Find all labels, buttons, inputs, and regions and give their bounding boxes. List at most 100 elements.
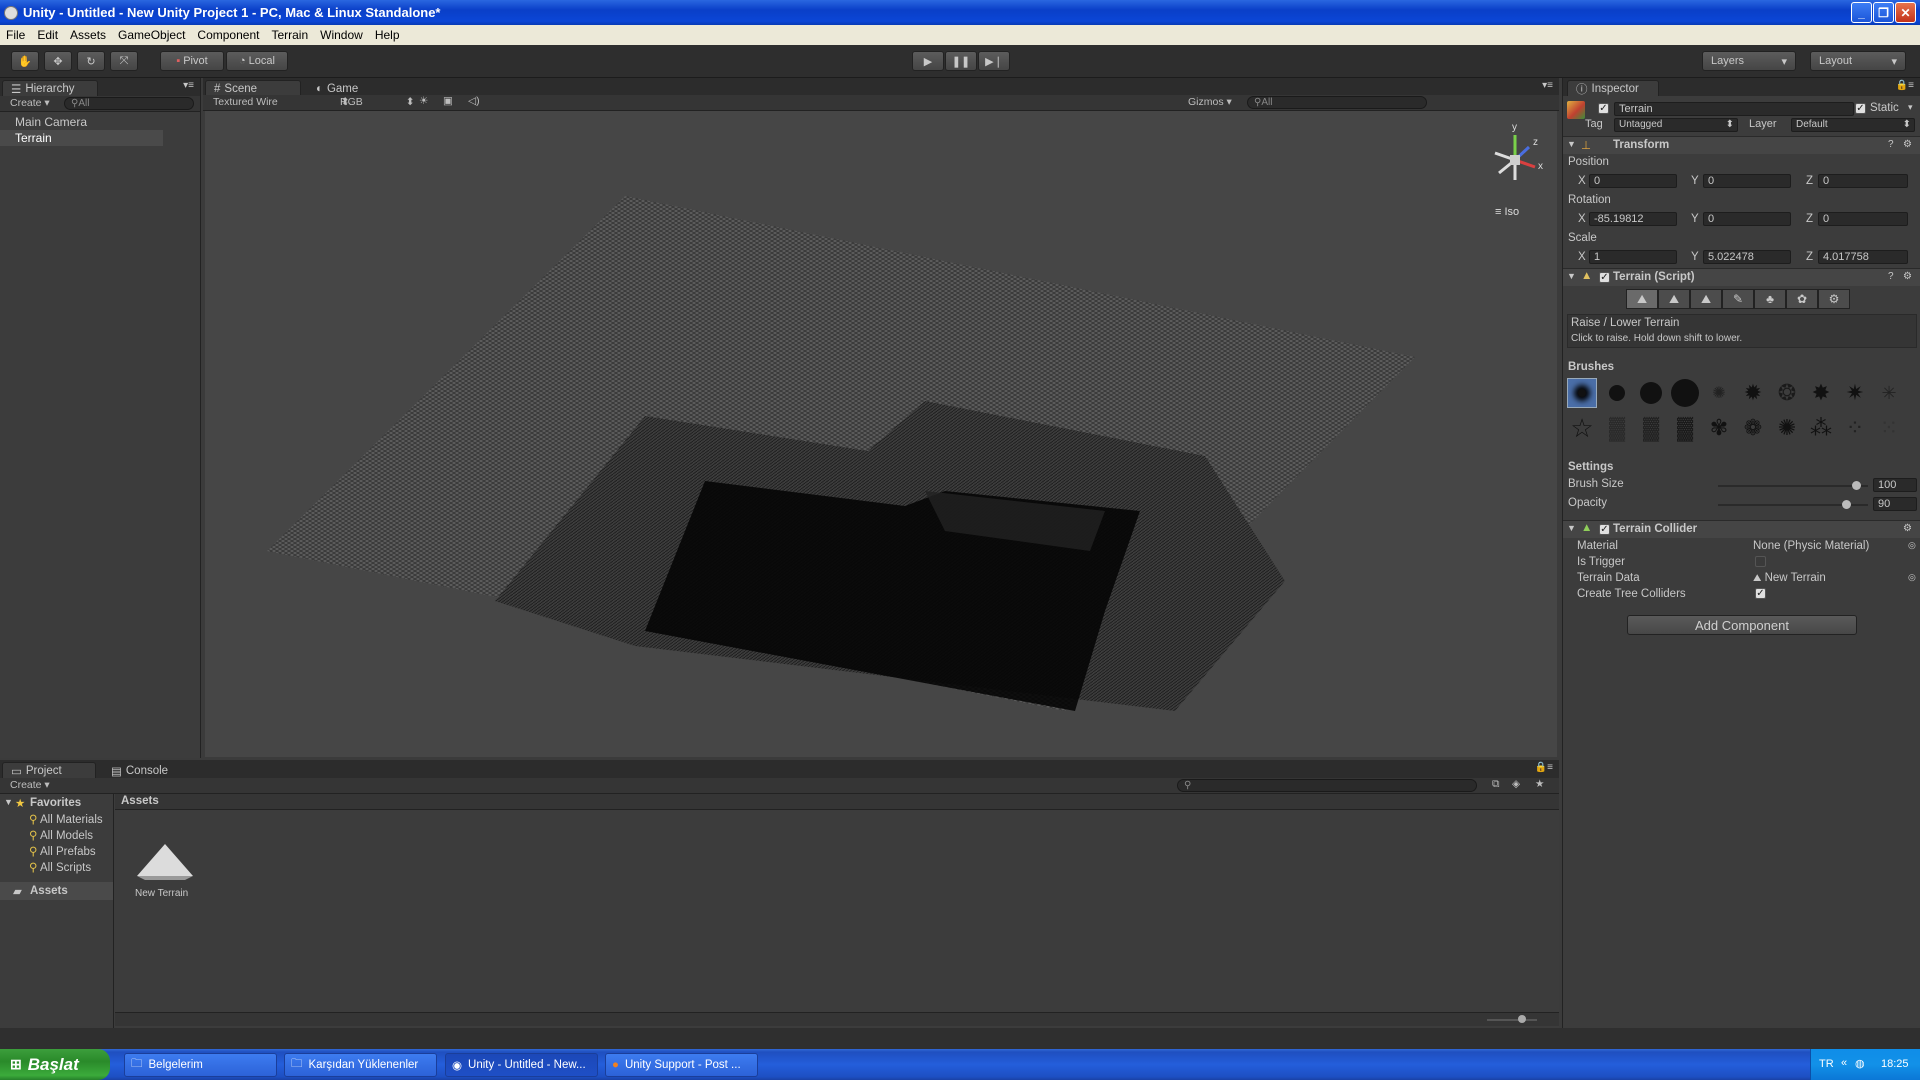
active-checkbox[interactable]: ✓ xyxy=(1598,103,1609,114)
scale-x-field[interactable]: 1 xyxy=(1589,250,1677,264)
terrain-data-value[interactable]: ⛰ New Terrain xyxy=(1753,572,1826,584)
menu-help[interactable]: Help xyxy=(369,28,406,42)
taskbar-item-firefox[interactable]: ● Unity Support - Post ... xyxy=(605,1053,758,1077)
hand-tool-button[interactable]: ✋ xyxy=(11,51,39,71)
paint-details-tool-button[interactable]: ✿ xyxy=(1786,289,1818,309)
brush-swatch[interactable] xyxy=(1602,378,1632,408)
foldout-arrow-icon[interactable]: ▼ xyxy=(4,797,13,807)
tray-arrow-icon[interactable]: « xyxy=(1841,1057,1847,1069)
brush-swatch[interactable]: ✸ xyxy=(1806,378,1836,408)
menu-terrain[interactable]: Terrain xyxy=(265,28,314,42)
terrain-settings-tool-button[interactable]: ⚙ xyxy=(1818,289,1850,309)
assets-folder-item[interactable]: ▰ Assets xyxy=(0,882,113,900)
language-indicator[interactable]: TR xyxy=(1819,1058,1834,1070)
title-bar[interactable]: Unity - Untitled - New Unity Project 1 -… xyxy=(0,0,1920,25)
icon-size-slider-knob[interactable] xyxy=(1518,1015,1526,1023)
help-icon[interactable]: ? xyxy=(1888,139,1894,150)
tab-game[interactable]: ◐ Game xyxy=(307,80,377,96)
gear-icon[interactable]: ⚙ xyxy=(1903,523,1912,534)
assets-header[interactable]: Assets xyxy=(121,795,159,807)
foldout-arrow-icon[interactable]: ▼ xyxy=(1567,139,1576,149)
paint-texture-tool-button[interactable]: ✎ xyxy=(1722,289,1754,309)
brush-swatch[interactable] xyxy=(1636,378,1666,408)
foldout-arrow-icon[interactable]: ▼ xyxy=(1567,523,1576,533)
brush-swatch[interactable]: ▓ xyxy=(1602,413,1632,443)
foldout-arrow-icon[interactable]: ▼ xyxy=(1567,271,1576,281)
tab-hierarchy[interactable]: ☰ Hierarchy xyxy=(2,80,98,96)
close-button[interactable]: ✕ xyxy=(1895,2,1916,23)
scale-tool-button[interactable]: ⤧ xyxy=(110,51,138,71)
tab-project[interactable]: ▭ Project xyxy=(2,762,96,778)
panel-menu-icon[interactable]: ▾≡ xyxy=(1542,80,1553,91)
layers-dropdown[interactable]: Layers ▾ xyxy=(1702,51,1796,71)
terrain-collider-header[interactable]: ▼ ▲ ✓ Terrain Collider ⚙ xyxy=(1563,520,1920,538)
project-search-input[interactable]: ⚲ xyxy=(1177,779,1477,792)
place-trees-tool-button[interactable]: ♣ xyxy=(1754,289,1786,309)
terrain-script-enabled-checkbox[interactable]: ✓ xyxy=(1599,272,1610,283)
maximize-button[interactable]: ❐ xyxy=(1873,2,1894,23)
tab-scene[interactable]: # Scene xyxy=(205,80,301,96)
brush-swatch[interactable] xyxy=(1670,378,1700,408)
menu-component[interactable]: Component xyxy=(191,28,265,42)
opacity-slider-knob[interactable] xyxy=(1842,500,1851,509)
menu-file[interactable]: File xyxy=(0,28,31,42)
brush-swatch[interactable]: ☆ xyxy=(1567,413,1597,443)
taskbar-item-unity[interactable]: ◉ Unity - Untitled - New... xyxy=(445,1053,598,1077)
tab-inspector[interactable]: ⓘ Inspector xyxy=(1567,80,1659,96)
minimize-button[interactable]: _ xyxy=(1851,2,1872,23)
scale-y-field[interactable]: 5.022478 xyxy=(1703,250,1791,264)
smooth-height-tool-button[interactable]: ⛰ xyxy=(1690,289,1722,309)
menu-gameobject[interactable]: GameObject xyxy=(112,28,191,42)
is-trigger-checkbox[interactable] xyxy=(1755,556,1766,567)
brush-swatch[interactable]: ⁙ xyxy=(1874,413,1904,443)
brush-swatch[interactable]: ✳ xyxy=(1874,378,1904,408)
brush-swatch[interactable]: ✺ xyxy=(1772,413,1802,443)
taskbar-item-belgelerim[interactable]: 🗀 Belgelerim xyxy=(124,1053,277,1077)
audio-toggle-icon[interactable]: ◁) xyxy=(468,95,480,107)
local-toggle[interactable]: ◔ Local xyxy=(226,51,288,71)
hierarchy-item-terrain[interactable]: Terrain xyxy=(0,130,163,146)
position-x-field[interactable]: 0 xyxy=(1589,174,1677,188)
layer-dropdown[interactable]: Default ⬍ xyxy=(1791,118,1915,132)
terrain-script-header[interactable]: ▼ ▲ ✓ Terrain (Script) ? ⚙ xyxy=(1563,268,1920,286)
filter-label-icon[interactable]: ◈ xyxy=(1512,778,1520,790)
step-button[interactable]: ▶❘ xyxy=(978,51,1010,71)
image-toggle-icon[interactable]: ▣ xyxy=(443,95,453,107)
favorite-all-models[interactable]: ⚲ All Models xyxy=(29,828,93,842)
network-icon[interactable]: ◍ xyxy=(1855,1057,1865,1070)
tab-console[interactable]: ▤ Console xyxy=(102,762,182,778)
position-z-field[interactable]: 0 xyxy=(1818,174,1908,188)
static-dropdown-icon[interactable]: ▾ xyxy=(1908,102,1913,113)
brush-size-slider-knob[interactable] xyxy=(1852,481,1861,490)
projection-toggle[interactable]: ≡ Iso xyxy=(1495,206,1519,218)
paint-height-tool-button[interactable]: ⛰ xyxy=(1658,289,1690,309)
panel-menu-icon[interactable]: ▾≡ xyxy=(183,80,194,91)
scene-view[interactable]: y z x ≡ Iso xyxy=(205,111,1557,757)
brush-swatch[interactable]: ▓ xyxy=(1670,413,1700,443)
brush-size-field[interactable]: 100 xyxy=(1873,478,1917,492)
brush-swatch[interactable] xyxy=(1567,378,1597,408)
pause-button[interactable]: ❚❚ xyxy=(945,51,977,71)
favorites-label[interactable]: Favorites xyxy=(30,797,81,809)
rotate-tool-button[interactable]: ↻ xyxy=(77,51,105,71)
gear-icon[interactable]: ⚙ xyxy=(1903,271,1912,282)
asset-item[interactable]: New Terrain xyxy=(125,838,205,918)
brush-size-slider[interactable] xyxy=(1718,481,1868,490)
start-button[interactable]: ⊞ Başlat xyxy=(0,1049,110,1080)
opacity-slider[interactable] xyxy=(1718,500,1868,509)
project-create-button[interactable]: Create ▾ xyxy=(10,779,50,791)
terrain-collider-enabled-checkbox[interactable]: ✓ xyxy=(1599,524,1610,535)
gear-icon[interactable]: ⚙ xyxy=(1903,139,1912,150)
lighting-toggle-icon[interactable]: ☀ xyxy=(419,95,428,107)
object-name-field[interactable]: Terrain xyxy=(1614,102,1854,116)
tree-colliders-checkbox[interactable]: ✓ xyxy=(1755,588,1766,599)
position-y-field[interactable]: 0 xyxy=(1703,174,1791,188)
raise-lower-tool-button[interactable]: ⛰ xyxy=(1626,289,1658,309)
brush-swatch[interactable]: ✺ xyxy=(1704,378,1734,408)
hierarchy-search-input[interactable]: ⚲All xyxy=(64,97,194,110)
material-value[interactable]: None (Physic Material) xyxy=(1753,540,1869,552)
brush-swatch[interactable]: ⁂ xyxy=(1806,413,1836,443)
filter-type-icon[interactable]: ⧉ xyxy=(1492,778,1500,791)
panel-menu-icon[interactable]: 🔒≡ xyxy=(1896,80,1914,91)
brush-swatch[interactable]: ▓ xyxy=(1636,413,1666,443)
